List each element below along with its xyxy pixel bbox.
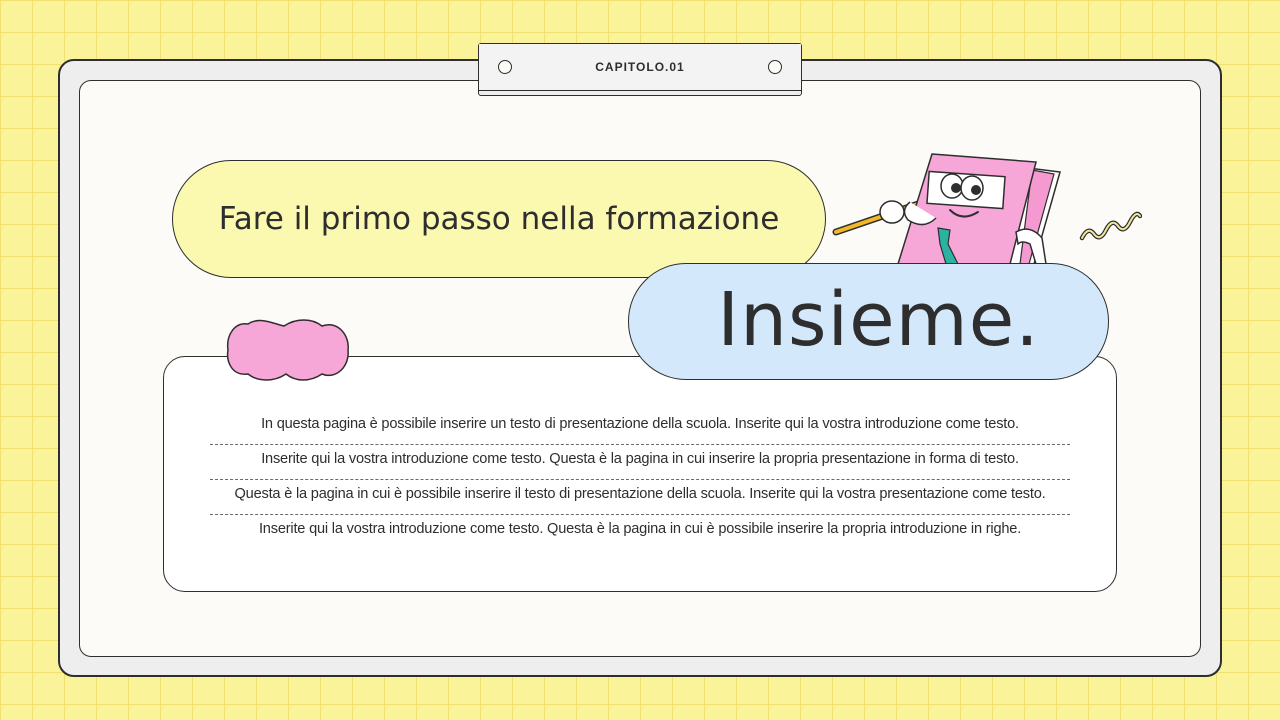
- page-title: Insieme.: [717, 276, 1040, 363]
- clipboard-clip: CAPITOLO.01: [478, 43, 802, 96]
- squiggle-decoration: [1079, 211, 1142, 241]
- intro-line: Inserite qui la vostra introduzione come…: [258, 521, 1022, 537]
- subtitle-text: Fare il primo passo nella formazione: [218, 201, 780, 237]
- intro-line: In questa pagina è possibile inserire un…: [210, 410, 1070, 445]
- clip-hole-right: [768, 60, 782, 74]
- intro-line: Questa è la pagina in cui è possibile in…: [210, 480, 1070, 515]
- subtitle-pill: Fare il primo passo nella formazione: [172, 160, 826, 278]
- clip-plate: CAPITOLO.01: [479, 44, 801, 91]
- intro-line: Inserite qui la vostra introduzione come…: [210, 445, 1070, 480]
- book-mascot-illustration: [832, 153, 1061, 264]
- chapter-label: CAPITOLO.01: [595, 60, 685, 74]
- pink-blob-shape: [226, 319, 349, 381]
- intro-text-lines: In questa pagina è possibile inserire un…: [210, 410, 1070, 550]
- title-pill: Insieme.: [628, 263, 1109, 380]
